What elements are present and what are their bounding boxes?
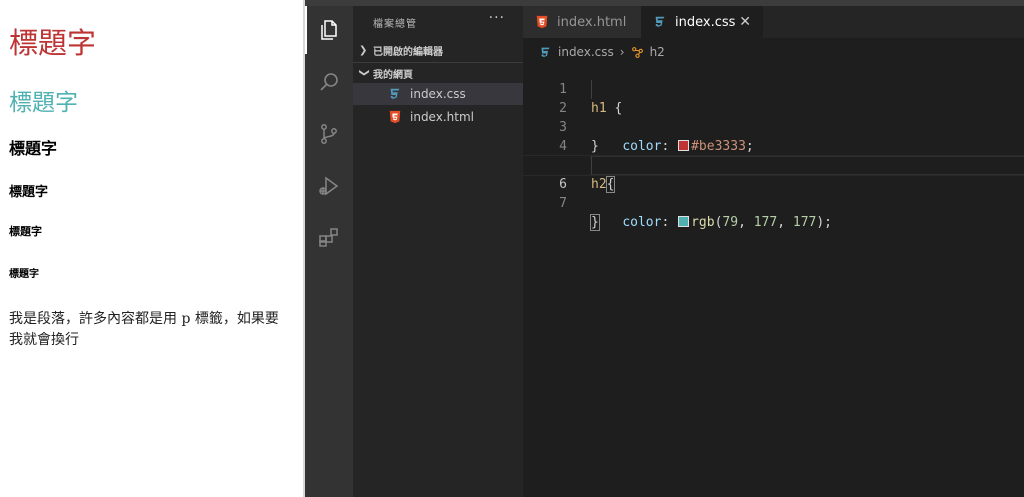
symbol-class-icon [631, 46, 643, 58]
open-editors-section[interactable]: ❯ 已開啟的編輯器 [353, 40, 523, 60]
css-number: 177 [792, 215, 817, 230]
folder-label: 我的網頁 [373, 69, 413, 81]
activity-bar [305, 6, 353, 497]
breadcrumb-file[interactable]: index.css [558, 45, 614, 59]
run-debug-icon [319, 176, 339, 196]
css-function: rgb [691, 215, 715, 230]
editor-area: index.html index.css ✕ index.css › h2 1 … [522, 6, 1024, 497]
heading-6: 標題字 [9, 269, 39, 280]
paragraph-line: 我就會換行 [9, 332, 79, 348]
code-editor[interactable]: 1 h1 { 2 color: #be3333; 3 } 4 5 h2{ [522, 61, 1024, 231]
extensions-activity[interactable] [305, 214, 353, 262]
folder-section[interactable]: ❯ 我的網頁 [353, 62, 523, 83]
heading-5: 標題字 [9, 225, 42, 238]
code-line-current: 6 color: rgb(79, 177, 177); [522, 155, 1024, 230]
vscode-window: 檔案總管 ··· ❯ 已開啟的編輯器 ❯ 我的網頁 index.css inde… [305, 0, 1024, 497]
code-line: 2 color: #be3333; [523, 80, 1024, 154]
paragraph: 我是段落，許多內容都是用 p 標籤，如果要 我就會換行 [9, 309, 304, 351]
line-number: 7 [559, 196, 567, 211]
file-item-index-css[interactable]: index.css [353, 83, 523, 105]
code-line: 4 [523, 118, 1024, 154]
source-control-activity[interactable] [305, 110, 353, 158]
code-line: 3 } [523, 99, 1024, 154]
explorer-title: 檔案總管 [373, 19, 417, 30]
css-file-icon [541, 47, 550, 57]
tab-bar: index.html index.css ✕ [523, 6, 1024, 38]
code-line: 7 } [523, 175, 1024, 231]
close-icon[interactable]: ✕ [739, 14, 751, 30]
explorer-activity[interactable] [305, 6, 353, 54]
run-debug-activity[interactable] [305, 162, 353, 210]
css-property: color [622, 215, 662, 230]
html-file-icon [389, 110, 401, 124]
breadcrumb: index.css › h2 [539, 43, 665, 61]
indent-guide [591, 80, 592, 99]
heading-3: 標題字 [9, 139, 58, 158]
tab-label: index.css [675, 14, 736, 30]
search-icon [320, 73, 338, 91]
heading-2: 標題字 [9, 90, 78, 116]
file-name: index.css [410, 87, 466, 101]
html-file-icon [536, 15, 548, 29]
tab-label: index.html [557, 14, 627, 30]
extensions-icon [319, 228, 338, 247]
css-number: 79 [722, 215, 739, 230]
heading-1: 標題字 [9, 26, 97, 60]
source-control-icon [321, 124, 337, 144]
css-file-icon [390, 88, 400, 99]
chevron-down-icon: ❯ [358, 68, 370, 77]
heading-4: 標題字 [9, 185, 49, 200]
tab-index-html[interactable]: index.html [523, 6, 641, 38]
search-activity[interactable] [305, 58, 353, 106]
file-name: index.html [410, 110, 474, 124]
explorer-sidebar: 檔案總管 ··· ❯ 已開啟的編輯器 ❯ 我的網頁 index.css inde… [353, 6, 523, 497]
browser-preview: 標題字 標題字 標題字 標題字 標題字 標題字 我是段落，許多內容都是用 p 標… [0, 0, 304, 497]
tab-index-css[interactable]: index.css ✕ [641, 6, 763, 38]
code-line: 1 h1 { [523, 61, 1024, 116]
css-number: 177 [753, 215, 778, 230]
more-actions-button[interactable]: ··· [489, 10, 505, 26]
paragraph-line: 我是段落，許多內容都是用 p 標籤，如果要 [9, 311, 279, 327]
color-swatch[interactable] [678, 216, 690, 227]
chevron-right-icon: ❯ [359, 44, 368, 56]
indent-guide [591, 156, 592, 175]
chevron-right-icon: › [619, 45, 625, 59]
files-icon [321, 20, 337, 40]
open-editors-label: 已開啟的編輯器 [373, 46, 443, 58]
file-item-index-html[interactable]: index.html [353, 106, 523, 128]
code-line: 5 h2{ [523, 137, 1024, 193]
css-file-icon [655, 16, 665, 27]
breadcrumb-symbol[interactable]: h2 [650, 45, 665, 59]
